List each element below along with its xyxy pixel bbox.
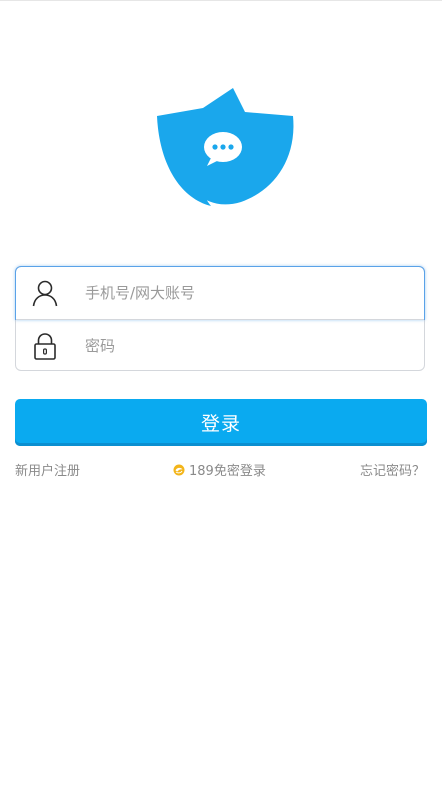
forgot-password-link[interactable]: 忘记密码？ xyxy=(360,460,425,479)
password-field-row xyxy=(16,319,424,371)
username-input[interactable] xyxy=(85,284,385,302)
free-login-link[interactable]: 189免密登录 xyxy=(173,460,266,479)
free-login-label: 189免密登录 xyxy=(189,464,266,479)
lock-icon xyxy=(34,332,56,360)
user-icon xyxy=(32,280,58,307)
username-field-row xyxy=(15,266,425,320)
petal-chat-logo-icon xyxy=(157,88,294,206)
top-divider xyxy=(0,0,442,1)
login-screen: 登录 新用户注册 189免密登录 忘记密码？ xyxy=(0,0,442,786)
password-input[interactable] xyxy=(85,336,385,355)
login-button[interactable]: 登录 xyxy=(15,399,427,446)
auxiliary-links: 新用户注册 189免密登录 忘记密码？ xyxy=(15,460,427,480)
register-link[interactable]: 新用户注册 xyxy=(15,460,80,479)
telecom-swirl-icon xyxy=(173,464,185,475)
login-form xyxy=(15,266,425,371)
